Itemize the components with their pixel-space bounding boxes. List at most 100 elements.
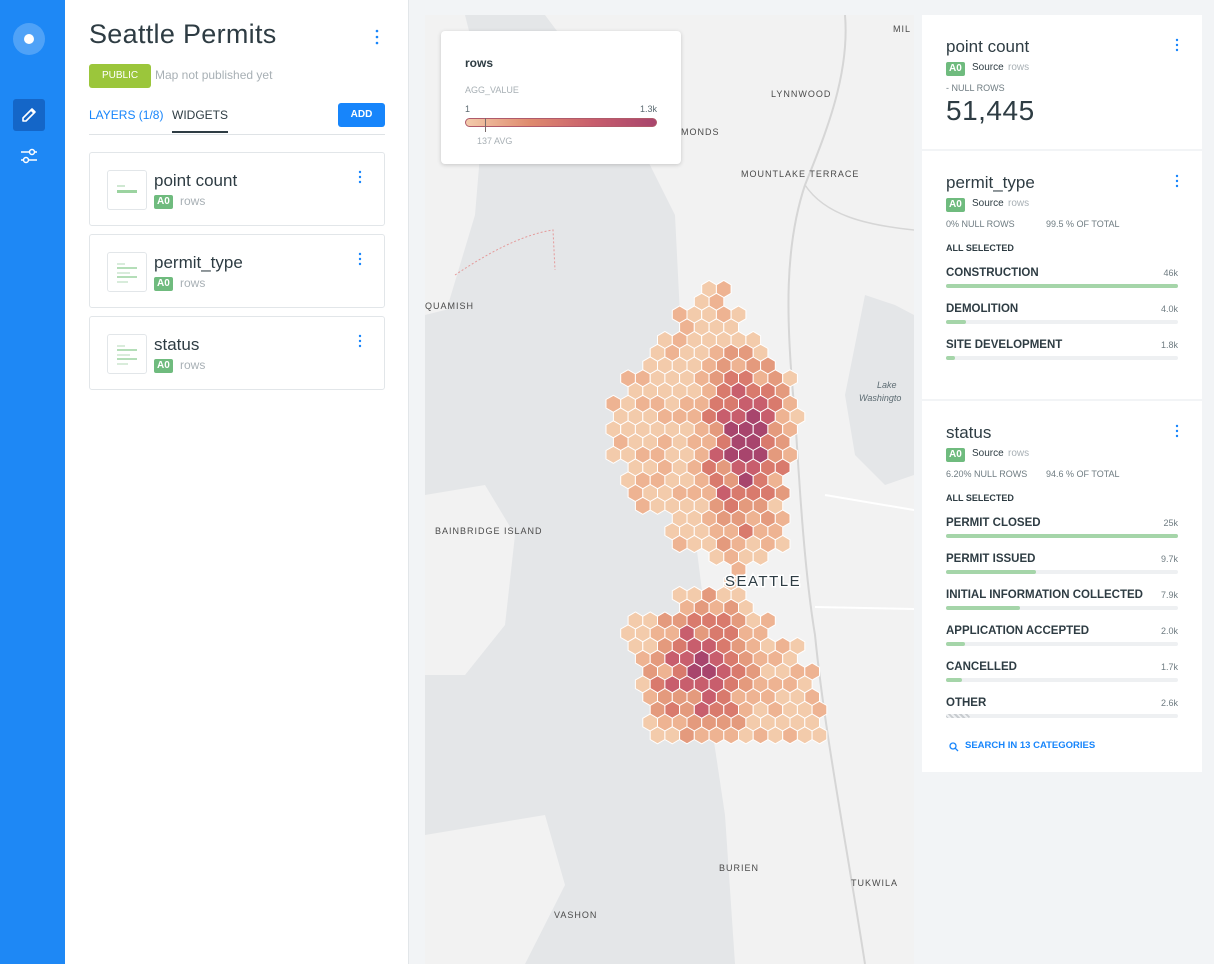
category-bar-fill xyxy=(946,356,956,360)
source-name: rows xyxy=(1008,198,1030,209)
search-icon xyxy=(949,739,959,757)
hexbin-cell xyxy=(649,726,666,745)
category-row[interactable]: SITE DEVELOPMENT 1.8k xyxy=(946,339,1178,361)
layer-tag: A0 xyxy=(154,195,173,209)
category-name: PERMIT CLOSED xyxy=(946,517,1041,529)
category-value: 1.8k xyxy=(1160,340,1178,350)
widget-options-menu-icon[interactable] xyxy=(1172,37,1182,53)
widget-options-menu-icon[interactable] xyxy=(354,251,366,267)
category-bar-fill xyxy=(946,714,971,718)
hexbin-cell xyxy=(649,496,666,515)
category-name: PERMIT ISSUED xyxy=(946,553,1036,565)
widget-title: status xyxy=(946,423,992,442)
source-label: Source xyxy=(972,448,1004,459)
place-label-suquamish: QUAMISH xyxy=(425,301,474,311)
category-bar-fill xyxy=(946,570,1037,574)
category-bar-track xyxy=(946,320,1178,324)
of-total: 94.6 % OF TOTAL xyxy=(1046,469,1120,479)
layer-tag: A0 xyxy=(946,62,965,76)
category-row[interactable]: INITIAL INFORMATION COLLECTED 7.9k xyxy=(946,589,1178,611)
category-row[interactable]: OTHER 2.6k xyxy=(946,697,1178,719)
legend-max: 1.3k xyxy=(639,104,657,114)
widget-card-status[interactable]: status A0 rows xyxy=(89,316,385,390)
widget-title: point count xyxy=(946,37,1030,56)
category-bar-track xyxy=(946,356,1178,360)
add-widget-button[interactable]: ADD xyxy=(338,103,385,127)
map-title[interactable]: Seattle Permits xyxy=(89,19,277,50)
edit-pencil-icon[interactable] xyxy=(13,99,45,131)
layer-tag: A0 xyxy=(154,277,173,291)
place-label-seattle: SEATTLE xyxy=(725,573,801,590)
category-row[interactable]: CONSTRUCTION 46k xyxy=(946,267,1178,289)
home-logo-icon[interactable] xyxy=(13,23,45,55)
widget-options-menu-icon[interactable] xyxy=(1172,423,1182,439)
hexbin-cell xyxy=(693,726,710,745)
legend-avg: 137 AVG xyxy=(477,136,513,146)
hexbin-cell xyxy=(664,726,681,745)
widget-name: point count xyxy=(154,171,238,190)
tab-widgets[interactable]: WIDGETS xyxy=(172,108,228,133)
title-options-menu-icon[interactable] xyxy=(369,28,385,46)
publish-status: Map not published yet xyxy=(155,68,273,82)
hexbin-cell xyxy=(671,534,688,554)
place-label-tukwila: TUKWILA xyxy=(851,878,898,888)
widget-options-menu-icon[interactable] xyxy=(1172,173,1182,189)
widget-options-menu-icon[interactable] xyxy=(354,333,366,349)
hexbin-cell xyxy=(782,726,798,745)
widget-title: permit_type xyxy=(946,173,1035,192)
category-value: 46k xyxy=(1163,268,1178,278)
category-value: 1.7k xyxy=(1160,662,1178,672)
widget-options-menu-icon[interactable] xyxy=(354,169,366,185)
category-row[interactable]: CANCELLED 1.7k xyxy=(946,661,1178,683)
category-row[interactable]: DEMOLITION 4.0k xyxy=(946,303,1178,325)
layer-tag: A0 xyxy=(946,198,965,212)
tab-layers[interactable]: LAYERS (1/8) xyxy=(89,108,163,122)
hexbin-cell xyxy=(634,496,651,515)
widget-card-point-count[interactable]: point count A0 rows xyxy=(89,152,385,226)
widget-source: rows xyxy=(180,276,206,290)
null-rows: 6.20% NULL ROWS xyxy=(946,469,1028,479)
category-widget-icon xyxy=(107,334,147,374)
place-label-edmonds: MONDS xyxy=(681,127,720,137)
legend-min: 1 xyxy=(465,104,471,114)
tabs-divider xyxy=(89,134,385,135)
category-bar-fill xyxy=(946,678,962,682)
privacy-badge[interactable]: PUBLIC xyxy=(89,64,152,88)
widget-status: status A0 Source rows 6.20% NULL ROWS 94… xyxy=(922,401,1202,772)
hexbin-cell xyxy=(796,726,813,745)
hexbin-cell xyxy=(679,726,695,745)
category-bar-track xyxy=(946,678,1178,682)
all-selected-label[interactable]: ALL SELECTED xyxy=(946,493,1014,503)
category-bar-fill xyxy=(946,534,1178,538)
category-row[interactable]: PERMIT CLOSED 25k xyxy=(946,517,1178,539)
widget-card-permit-type[interactable]: permit_type A0 rows xyxy=(89,234,385,308)
legend-subtitle: AGG_VALUE xyxy=(465,85,519,95)
left-rail xyxy=(0,0,65,964)
settings-sliders-icon[interactable] xyxy=(13,140,45,172)
widget-point-count: point count A0 Source rows - NULL ROWS 5… xyxy=(922,15,1202,149)
category-row[interactable]: APPLICATION ACCEPTED 2.0k xyxy=(946,625,1178,647)
place-label-mil: MIL xyxy=(893,24,911,34)
source-name: rows xyxy=(1008,62,1030,73)
widget-name: status xyxy=(154,335,200,354)
null-rows: 0% NULL ROWS xyxy=(946,219,1015,229)
category-bar-fill xyxy=(946,320,967,324)
category-value: 25k xyxy=(1163,518,1178,528)
category-row[interactable]: PERMIT ISSUED 9.7k xyxy=(946,553,1178,575)
hexbin-cell xyxy=(738,726,754,745)
hexbin-cell xyxy=(811,726,828,745)
hexbin-cell xyxy=(752,547,769,566)
place-label-bainbridge: BAINBRIDGE ISLAND xyxy=(435,526,543,536)
place-label-lake-2: Washingto xyxy=(859,393,901,403)
category-name: CONSTRUCTION xyxy=(946,267,1039,279)
category-name: DEMOLITION xyxy=(946,303,1019,315)
all-selected-label[interactable]: ALL SELECTED xyxy=(946,243,1014,253)
category-bar-fill xyxy=(946,642,965,646)
place-label-lake-1: Lake xyxy=(877,380,897,390)
of-total: 99.5 % OF TOTAL xyxy=(1046,219,1120,229)
hexbin-cell xyxy=(723,726,739,745)
place-label-lynnwood: LYNNWOOD xyxy=(771,89,831,99)
search-categories-link[interactable]: SEARCH IN 13 CATEGORIES xyxy=(965,740,1095,751)
hexbin-cell xyxy=(752,726,769,745)
hexbin-cell xyxy=(708,547,725,566)
